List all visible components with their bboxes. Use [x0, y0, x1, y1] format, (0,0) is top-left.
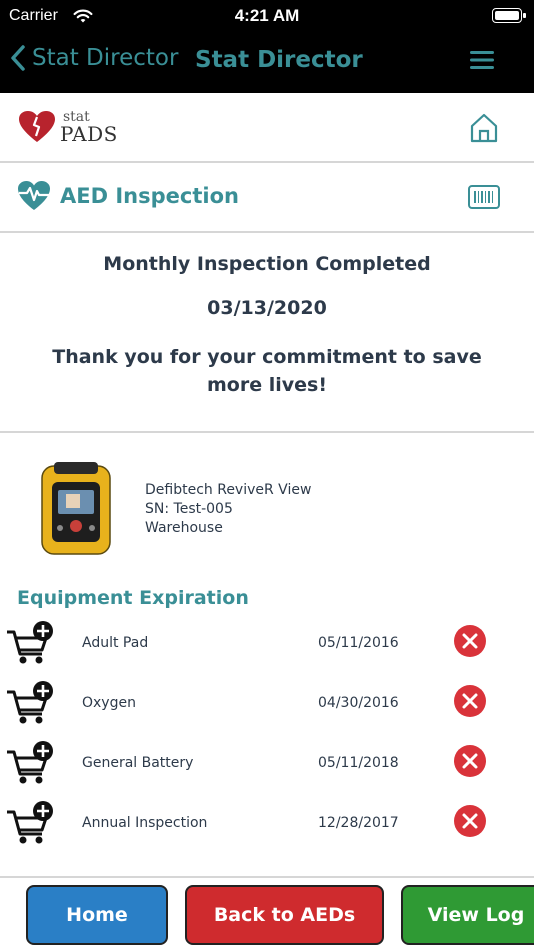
heart-logo-icon [19, 111, 55, 142]
view-log-button[interactable]: View Log [401, 885, 534, 945]
bottom-action-bar: Home Back to AEDs View Log [0, 876, 534, 950]
top-bar: Carrier 4:21 AM Stat Director Stat Direc… [0, 0, 534, 93]
add-to-cart-icon[interactable] [6, 620, 54, 670]
equipment-date: 05/11/2016 [318, 635, 399, 651]
equipment-row: General Battery 05/11/2018 [0, 740, 534, 800]
equipment-date: 05/11/2018 [318, 755, 399, 771]
add-to-cart-icon[interactable] [6, 680, 54, 730]
chevron-left-icon [11, 45, 25, 71]
add-to-cart-icon[interactable] [6, 800, 54, 850]
add-to-cart-icon[interactable] [6, 740, 54, 790]
inspection-heading: Monthly Inspection Completed [103, 253, 431, 275]
equipment-title: Equipment Expiration [17, 587, 249, 609]
thank-you-message: Thank you for your commitment to save mo… [52, 346, 482, 396]
heartbeat-icon [17, 180, 51, 216]
equipment-date: 12/28/2017 [318, 815, 399, 831]
equipment-name: Annual Inspection [82, 815, 208, 831]
inspection-message: Monthly Inspection Completed 03/13/2020 … [0, 233, 534, 433]
status-bar: Carrier 4:21 AM [0, 6, 534, 28]
expired-status-icon [453, 744, 487, 782]
back-to-aeds-button[interactable]: Back to AEDs [185, 885, 384, 945]
battery-icon [492, 8, 526, 23]
navigation-bar: Stat Director Stat Director [0, 40, 534, 86]
home-icon[interactable] [470, 113, 498, 147]
equipment-row: Annual Inspection 12/28/2017 [0, 800, 534, 860]
aed-device-image [40, 460, 112, 560]
menu-icon[interactable] [470, 50, 494, 74]
barcode-scan-icon[interactable] [468, 185, 500, 213]
equipment-row: Adult Pad 05/11/2016 [0, 620, 534, 680]
nav-title: Stat Director [195, 47, 363, 73]
logo-bar: stat PADS [0, 93, 534, 163]
device-card: Defibtech ReviveR View SN: Test-005 Ware… [0, 455, 534, 565]
section-title: AED Inspection [60, 184, 239, 208]
back-button-label: Stat Director [32, 45, 179, 71]
device-location: Warehouse [145, 520, 223, 536]
expired-status-icon [453, 804, 487, 842]
device-info: Defibtech ReviveR View SN: Test-005 Ware… [145, 481, 311, 538]
clock: 4:21 AM [234, 6, 300, 25]
equipment-row: Oxygen 04/30/2016 [0, 680, 534, 740]
back-button[interactable]: Stat Director [10, 44, 178, 72]
logo-pads-text: PADS [60, 122, 118, 146]
home-button[interactable]: Home [26, 885, 168, 945]
expired-status-icon [453, 624, 487, 662]
section-header: AED Inspection [0, 163, 534, 233]
equipment-date: 04/30/2016 [318, 695, 399, 711]
device-serial: SN: Test-005 [145, 501, 233, 517]
expired-status-icon [453, 684, 487, 722]
device-model: Defibtech ReviveR View [145, 482, 312, 498]
inspection-date: 03/13/2020 [207, 297, 327, 319]
equipment-name: General Battery [82, 755, 194, 771]
equipment-name: Oxygen [82, 695, 136, 711]
stat-pads-logo: stat PADS [18, 110, 118, 144]
equipment-name: Adult Pad [82, 635, 149, 651]
